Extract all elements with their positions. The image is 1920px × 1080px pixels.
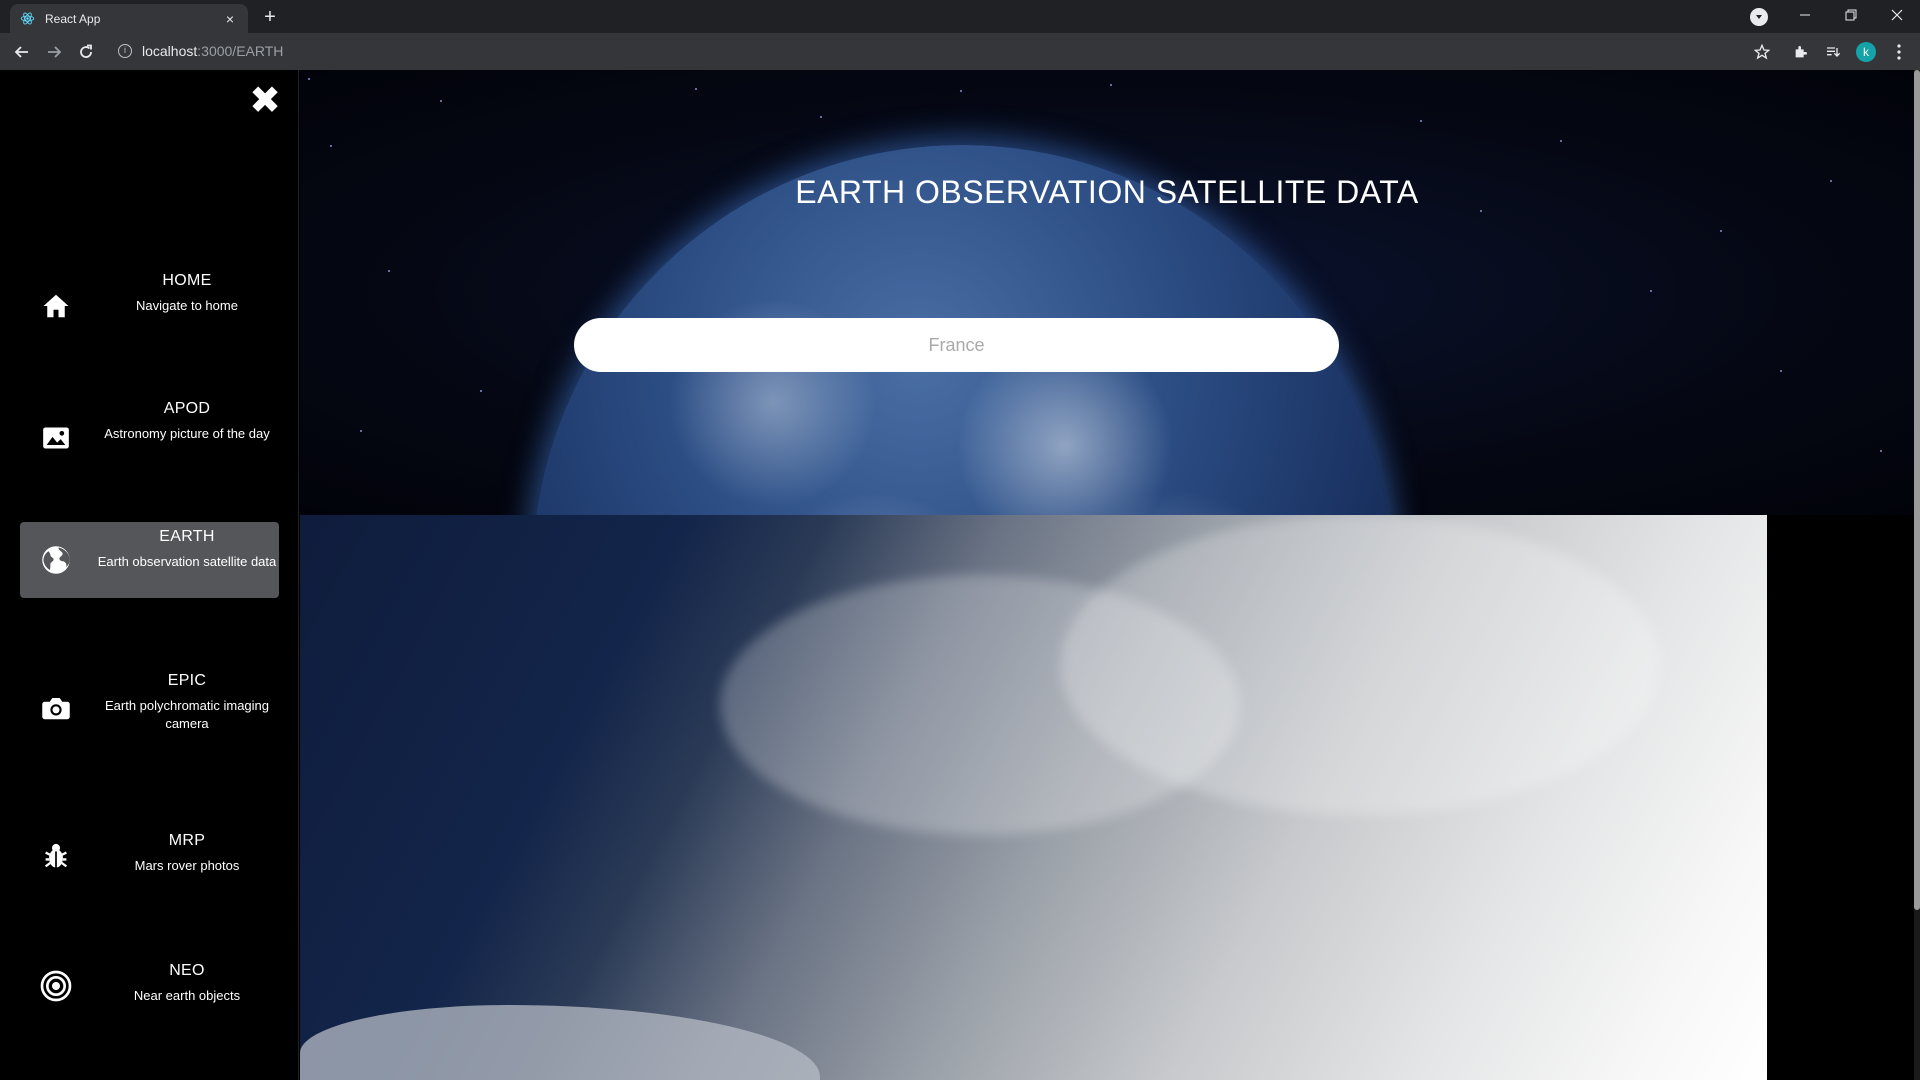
react-favicon-icon [20, 11, 35, 26]
restore-icon[interactable] [1828, 0, 1874, 30]
browser-toolbar: i localhost:3000/EARTH k [0, 33, 1920, 70]
globe-icon [40, 544, 72, 576]
sidebar-item-home[interactable]: HOME Navigate to home [20, 268, 279, 344]
page-viewport: ✖ HOME Navigate to home APOD Astronomy p… [0, 70, 1920, 1080]
cloud-texture [1060, 515, 1660, 815]
browser-titlebar: React App × + [0, 0, 1920, 33]
star [1780, 370, 1782, 372]
star [388, 270, 390, 272]
sidebar-item-title: HOME [162, 272, 212, 289]
star [960, 90, 962, 92]
sidebar-close-icon[interactable]: ✖ [247, 82, 283, 120]
page-scrollbar[interactable] [1914, 70, 1920, 1080]
star [308, 78, 310, 80]
tab-close-icon[interactable]: × [222, 11, 238, 27]
sidebar-item-neo[interactable]: NEO Near earth objects [20, 948, 279, 1024]
sidebar-item-subtitle: Earth polychromatic imaging camera [104, 698, 270, 731]
close-icon[interactable] [1874, 0, 1920, 30]
star [820, 116, 822, 118]
star [1720, 230, 1722, 232]
page-title: EARTH OBSERVATION SATELLITE DATA [795, 174, 1419, 210]
tab-search-icon[interactable] [1750, 8, 1768, 26]
sidebar-item-epic[interactable]: EPIC Earth polychromatic imaging camera [20, 670, 279, 746]
sidebar-item-subtitle: Near earth objects [133, 988, 241, 1003]
image-icon [40, 422, 72, 454]
more-vertical-icon[interactable] [1888, 41, 1910, 63]
target-icon [40, 970, 72, 1002]
address-bar[interactable]: localhost:3000/EARTH [142, 43, 283, 59]
home-icon [40, 290, 72, 322]
sidebar: ✖ HOME Navigate to home APOD Astronomy p… [0, 70, 299, 1080]
land-texture [300, 1005, 820, 1080]
star [1420, 120, 1422, 122]
new-tab-button[interactable]: + [258, 6, 282, 30]
location-search-input[interactable] [574, 318, 1339, 372]
star [1560, 140, 1562, 142]
bug-icon [40, 840, 72, 872]
hero-banner: EARTH OBSERVATION SATELLITE DATA [300, 70, 1914, 515]
reload-icon[interactable] [74, 40, 98, 64]
star [480, 390, 482, 392]
url-host: localhost [142, 43, 198, 59]
satellite-image [300, 515, 1767, 1080]
sidebar-item-mrp[interactable]: MRP Mars rover photos [20, 818, 279, 894]
main-content: EARTH OBSERVATION SATELLITE DATA [300, 70, 1914, 1080]
star [1650, 290, 1652, 292]
sidebar-item-title: NEO [169, 962, 205, 979]
sidebar-item-subtitle: Navigate to home [136, 298, 238, 313]
info-icon[interactable]: i [118, 44, 132, 58]
star [1110, 84, 1112, 86]
sidebar-item-subtitle: Mars rover photos [134, 858, 240, 873]
tab-title: React App [45, 11, 101, 26]
star [1880, 450, 1882, 452]
back-arrow-icon[interactable] [10, 40, 34, 64]
sidebar-item-title: MRP [168, 832, 206, 849]
star [330, 145, 332, 147]
sidebar-item-apod[interactable]: APOD Astronomy picture of the day [20, 400, 279, 476]
sidebar-item-subtitle: Astronomy picture of the day [104, 426, 270, 441]
sidebar-item-title: APOD [163, 400, 211, 417]
star [440, 100, 442, 102]
minimize-icon[interactable] [1782, 0, 1828, 30]
camera-icon [40, 692, 72, 724]
forward-arrow-icon[interactable] [42, 40, 66, 64]
sidebar-item-subtitle: Earth observation satellite data [97, 554, 277, 569]
url-path: :3000/EARTH [197, 43, 284, 59]
browser-tab[interactable]: React App × [10, 4, 248, 33]
profile-avatar[interactable]: k [1856, 42, 1876, 62]
sidebar-item-earth[interactable]: EARTH Earth observation satellite data [20, 522, 279, 598]
extensions-icon[interactable] [1790, 41, 1812, 63]
sidebar-item-title: EARTH [159, 528, 215, 545]
star [360, 430, 362, 432]
star-icon[interactable] [1751, 41, 1773, 63]
reading-list-icon[interactable] [1822, 41, 1844, 63]
sidebar-item-title: EPIC [167, 672, 207, 689]
scrollbar-thumb[interactable] [1914, 70, 1920, 910]
star [695, 88, 697, 90]
